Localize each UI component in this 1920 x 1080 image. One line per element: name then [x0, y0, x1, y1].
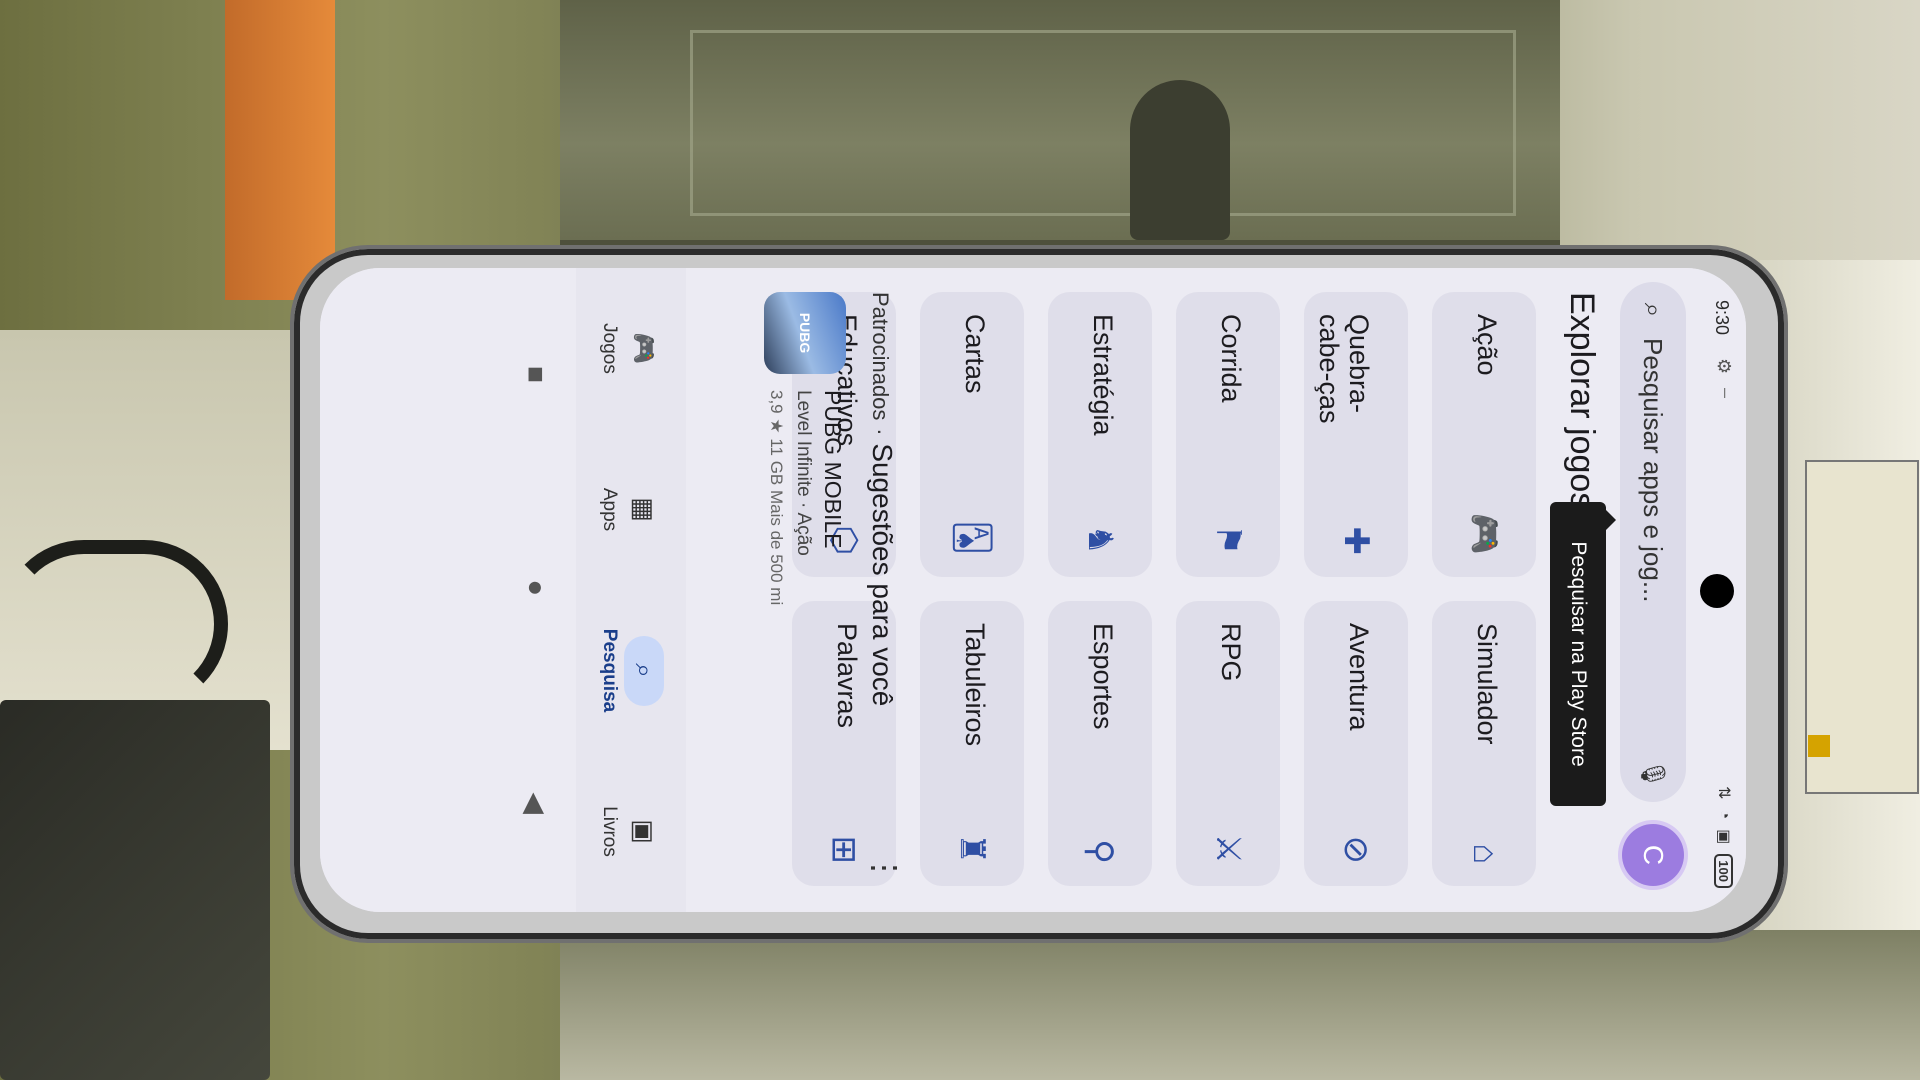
chess-icon: ♞ [1081, 524, 1119, 555]
swords-icon: ⚔ [1209, 833, 1247, 864]
suggestions-title: Sugestões para você [867, 443, 898, 707]
sponsored-section-title: Patrocinados · Sugestões para você [866, 292, 898, 882]
data-transfer-icon: ⇅ [1715, 786, 1732, 800]
app-developer: Level Infinite [793, 390, 814, 497]
play-store-screen: 9:30 ⚙ – ⇅ ◔ ▣ 100 ⌕ Pesquisar apps e jo… [320, 268, 1746, 912]
vr-headset-icon: ⌂ [1466, 843, 1504, 864]
nav-apps[interactable]: ▦ Apps [598, 440, 664, 580]
cards-icon: 🂡 [953, 520, 991, 555]
search-input[interactable]: Pesquisar apps e jog... [1638, 338, 1669, 746]
category-label: Cartas [960, 314, 990, 394]
background-orange-object [225, 0, 335, 300]
gamepad-nav-icon: 🎮 [629, 332, 660, 365]
category-label: Quebra-cabe-ças [1314, 314, 1374, 424]
background-figure [1130, 80, 1230, 240]
category-aventura[interactable]: Aventura ⊘ [1304, 601, 1408, 886]
status-icons: ⇅ ◔ ▣ 100 [1714, 786, 1734, 888]
flag-icon: ⚑ [1209, 524, 1247, 555]
app-rating-size-downloads: 3,9 ★ 11 GB Mais de 500 mi [767, 390, 786, 606]
board-icon: ♜ [953, 833, 991, 864]
more-options-icon[interactable]: ⋮ [866, 852, 904, 882]
apps-grid-icon: ▦ [629, 497, 660, 522]
word-tiles-icon: ⊞ [825, 835, 863, 865]
sponsored-separator: · [868, 428, 893, 436]
nav-label: Apps [599, 487, 620, 532]
meta-separator: · [793, 501, 814, 509]
search-tooltip: Pesquisar na Play Store [1550, 502, 1606, 806]
category-cartas[interactable]: Cartas 🂡 [920, 292, 1024, 577]
compass-icon: ⊘ [1337, 835, 1375, 865]
category-corrida[interactable]: Corrida ⚑ [1176, 292, 1280, 577]
category-esportes[interactable]: Esportes ⚲ [1048, 601, 1152, 886]
category-label: Aventura [1344, 623, 1374, 731]
nav-label: Jogos [599, 323, 620, 374]
sponsored-label: Patrocinados [868, 292, 893, 421]
category-grid: Ação 🎮 Simulador ⌂ Quebra-cabe-ças ✚ Ave… [792, 292, 1536, 886]
category-estrategia[interactable]: Estratégia ♞ [1048, 292, 1152, 577]
category-label: Esportes [1088, 623, 1118, 730]
wifi-icon: ◔ [1716, 809, 1733, 820]
category-tabuleiros[interactable]: Tabuleiros ♜ [920, 601, 1024, 886]
sponsored-app-card[interactable]: PUBG PUBG MOBILE Level Infinite · Ação 3… [736, 292, 846, 692]
battery-level: 100 [1714, 854, 1734, 888]
category-label: Tabuleiros [960, 623, 990, 747]
category-acao[interactable]: Ação 🎮 [1432, 292, 1536, 577]
account-avatar[interactable]: C [1622, 824, 1684, 886]
explore-games-title: Explorar jogos [1563, 292, 1601, 510]
category-quebra-cabecas[interactable]: Quebra-cabe-ças ✚ [1304, 292, 1408, 577]
background-dark-box [0, 700, 270, 1080]
background-bench [560, 930, 1920, 1080]
background-cable [0, 540, 228, 708]
background-frame [690, 30, 1516, 216]
category-simulador[interactable]: Simulador ⌂ [1432, 601, 1536, 886]
category-label: Estratégia [1088, 314, 1118, 436]
category-label: Ação [1472, 314, 1502, 376]
back-button[interactable]: ◀ [520, 792, 553, 814]
nav-label: Pesquisa [599, 628, 620, 713]
nav-label: Livros [599, 806, 620, 857]
status-dash-icon: – [1716, 388, 1736, 399]
app-icon: PUBG [764, 292, 846, 374]
category-label: RPG [1216, 623, 1246, 682]
system-navigation-bar: ■ ● ◀ [506, 268, 566, 912]
category-rpg[interactable]: RPG ⚔ [1176, 601, 1280, 886]
bottom-navigation: 🎮 Jogos ▦ Apps ⌕ Pesquisa ▣ Livros [576, 268, 686, 912]
phone-screen: 9:30 ⚙ – ⇅ ◔ ▣ 100 ⌕ Pesquisar apps e jo… [320, 268, 1746, 912]
no-sim-icon: ▣ [1715, 829, 1732, 845]
warning-sticker [1808, 735, 1830, 757]
microphone-icon[interactable]: 🎙 [1639, 746, 1668, 802]
search-bar[interactable]: ⌕ Pesquisar apps e jog... 🎙 [1620, 282, 1686, 802]
search-icon: ⌕ [1639, 302, 1669, 318]
nav-pesquisa[interactable]: ⌕ Pesquisa [598, 601, 664, 741]
category-label: Simulador [1472, 623, 1502, 745]
app-name: PUBG MOBILE [820, 390, 846, 549]
status-time: 9:30 [1712, 300, 1732, 336]
racket-icon: ⚲ [1081, 839, 1119, 864]
home-button[interactable]: ● [520, 579, 552, 596]
front-camera [1700, 574, 1734, 608]
puzzle-icon: ✚ [1337, 526, 1375, 556]
app-category: Ação [793, 512, 814, 556]
app-developer-category: Level Infinite · Ação [792, 390, 814, 556]
search-nav-icon: ⌕ [624, 635, 664, 706]
gamepad-icon: 🎮 [1465, 512, 1503, 555]
nav-livros[interactable]: ▣ Livros [598, 762, 664, 902]
status-bar: 9:30 ⚙ – ⇅ ◔ ▣ 100 [1698, 268, 1746, 912]
settings-status-icon: ⚙ [1714, 358, 1734, 375]
recents-button[interactable]: ■ [520, 366, 552, 383]
book-icon: ▣ [629, 819, 660, 844]
nav-jogos[interactable]: 🎮 Jogos [598, 279, 664, 419]
category-label: Corrida [1216, 314, 1246, 403]
